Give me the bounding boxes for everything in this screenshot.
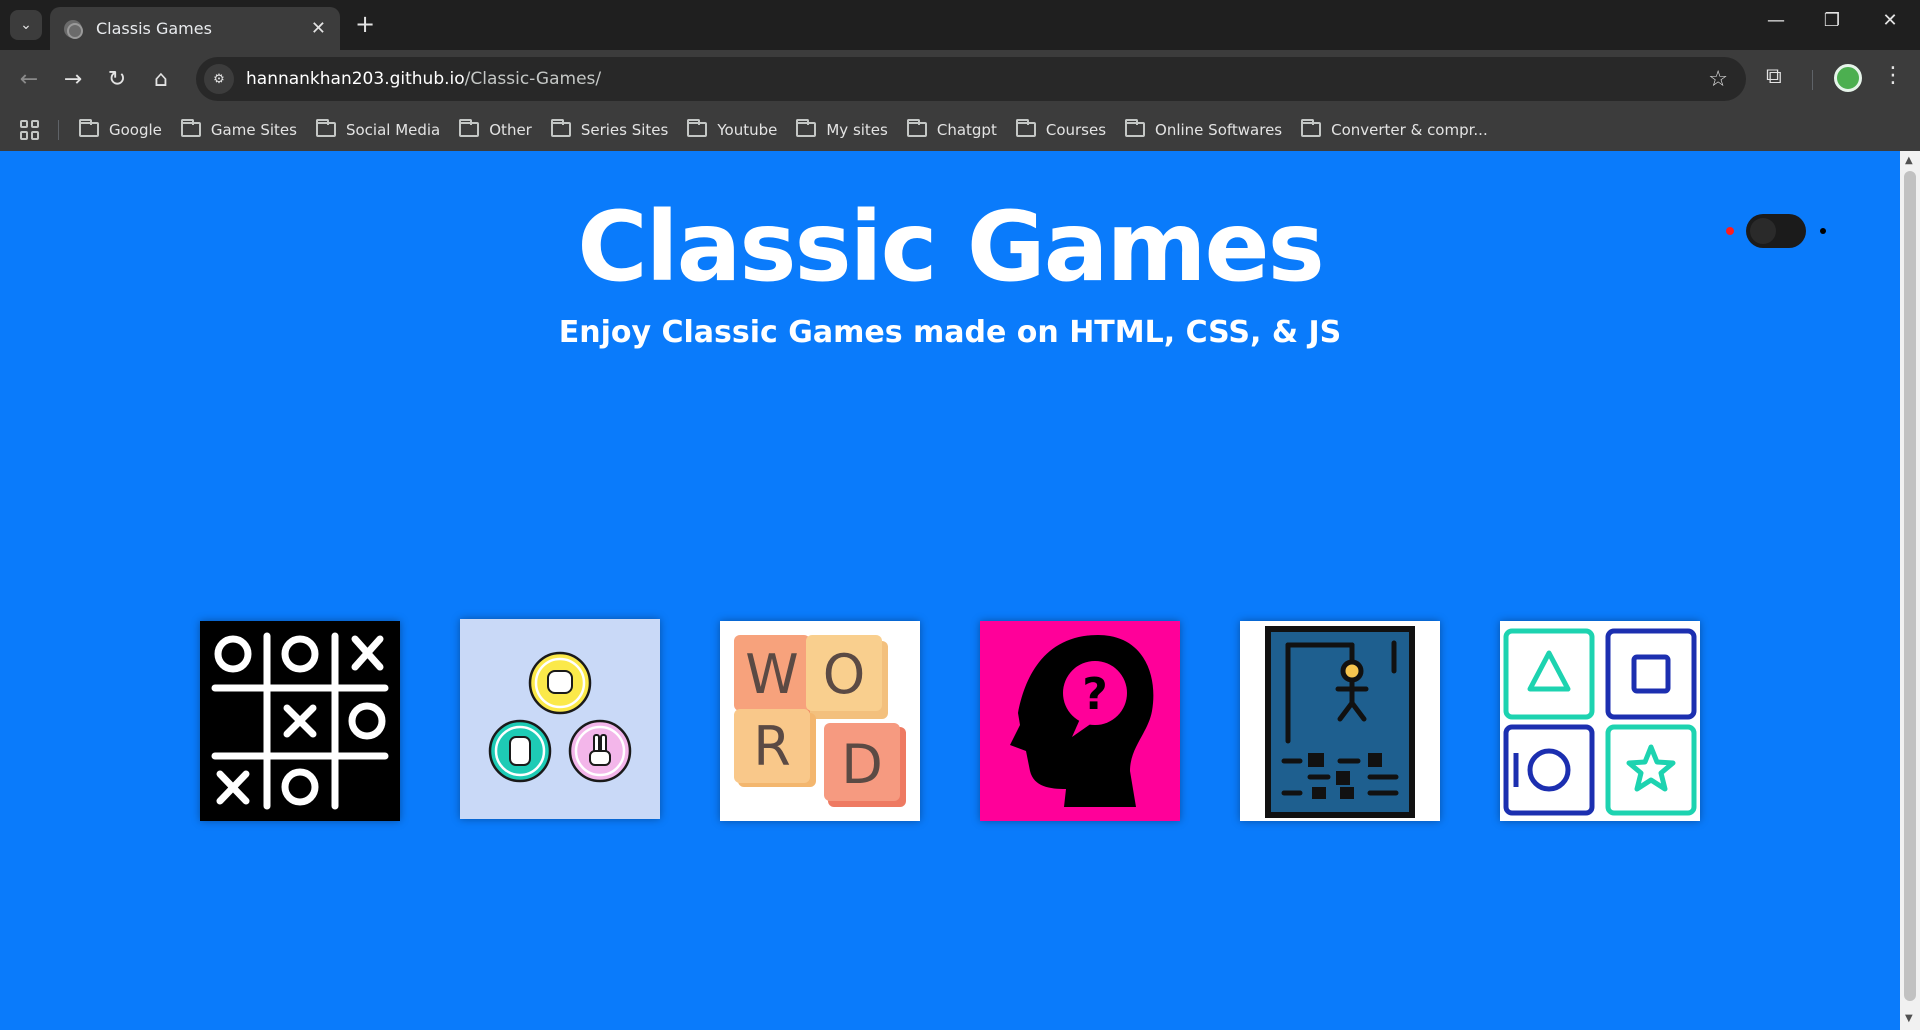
game-card-tic-tac-toe[interactable] [200, 621, 400, 821]
bookmarks-bar: Google Game Sites Social Media Other Ser… [0, 108, 1920, 151]
folder-icon [1125, 119, 1146, 137]
page-subtitle: Enjoy Classic Games made on HTML, CSS, &… [558, 315, 1342, 350]
folder-icon [79, 119, 99, 137]
bookmark-folder[interactable]: My sites [796, 119, 888, 139]
menu-icon[interactable]: ⋮ [1882, 63, 1904, 88]
extensions-icon[interactable]: ⧉ [1766, 64, 1782, 89]
folder-icon [180, 119, 201, 137]
tab-search-icon[interactable]: ⌄ [10, 10, 42, 40]
svg-text:?: ? [1082, 669, 1108, 720]
toolbar: ← → ↻ ⌂ ⚙ hannankhan203.github.io/Classi… [0, 50, 1920, 108]
page-title: Classic Games [577, 191, 1325, 303]
close-window-icon[interactable]: ✕ [1870, 10, 1910, 31]
theme-toggle[interactable] [1746, 214, 1806, 248]
hangman-icon [1240, 621, 1440, 821]
url-text[interactable]: hannankhan203.github.io/Classic-Games/ [246, 69, 1708, 89]
bookmark-label: Game Sites [210, 120, 297, 139]
indicator-dot [1820, 228, 1826, 234]
home-icon[interactable]: ⌂ [146, 64, 176, 94]
bookmark-label: Series Sites [580, 120, 669, 139]
bookmark-folder[interactable]: Chatgpt [906, 119, 997, 139]
profile-avatar[interactable] [1834, 64, 1862, 92]
browser-chrome: ⌄ Classis Games ✕ + — ❐ ✕ ← → ↻ ⌂ ⚙ hann… [0, 0, 1920, 151]
bookmark-star-icon[interactable]: ☆ [1708, 67, 1728, 92]
scroll-down-icon[interactable]: ▼ [1905, 1013, 1913, 1024]
page-content: Classic Games Enjoy Classic Games made o… [0, 151, 1900, 1030]
bookmark-label: Google [109, 120, 162, 139]
folder-icon [687, 119, 708, 137]
site-info-icon[interactable]: ⚙ [204, 64, 234, 94]
bookmark-label: Other [489, 120, 532, 139]
bookmarks-divider [58, 119, 59, 140]
folder-icon [459, 119, 480, 137]
folder-icon [1301, 119, 1322, 137]
tab-strip: ⌄ Classis Games ✕ + — ❐ ✕ [0, 0, 1920, 50]
word-letter: W [745, 643, 798, 706]
quiz-head-icon: ? [980, 621, 1180, 821]
game-card-hangman[interactable] [1240, 621, 1440, 821]
rock-paper-scissors-icon [460, 619, 660, 819]
game-card-memory[interactable] [1500, 621, 1700, 821]
active-tab[interactable]: Classis Games ✕ [50, 7, 340, 50]
bookmark-label: Chatgpt [936, 120, 997, 139]
address-bar[interactable]: ⚙ hannankhan203.github.io/Classic-Games/… [196, 57, 1746, 101]
word-letter: D [841, 733, 883, 796]
game-card-word[interactable]: W O R D [720, 621, 920, 821]
forward-icon[interactable]: → [58, 64, 88, 94]
reload-icon[interactable]: ↻ [102, 64, 132, 94]
bookmark-label: Converter & compr... [1331, 120, 1488, 139]
tab-title: Classis Games [96, 19, 212, 38]
folder-icon [906, 119, 927, 137]
folder-icon [550, 119, 571, 137]
apps-icon[interactable] [20, 119, 40, 140]
folder-icon [796, 119, 817, 137]
url-host: hannankhan203.github.io [246, 69, 465, 89]
minimize-icon[interactable]: — [1756, 10, 1796, 31]
bookmark-label: Courses [1045, 120, 1107, 139]
restore-icon[interactable]: ❐ [1812, 10, 1852, 31]
url-path: /Classic-Games/ [464, 69, 602, 89]
globe-icon [64, 19, 83, 39]
bookmark-label: My sites [826, 120, 888, 139]
bookmark-folder[interactable]: Courses [1015, 119, 1107, 139]
bookmark-folder[interactable]: Google [79, 119, 162, 139]
folder-icon [1015, 119, 1036, 137]
game-card-rock-paper-scissors[interactable] [460, 619, 660, 819]
word-letter: R [753, 715, 791, 778]
bookmark-label: Youtube [717, 120, 778, 139]
bookmark-label: Social Media [345, 120, 441, 139]
bookmark-folder[interactable]: Series Sites [550, 119, 669, 139]
toggle-knob [1750, 218, 1776, 244]
page-scrollbar[interactable]: ▲ ▼ [1900, 151, 1920, 1030]
tic-tac-toe-icon [200, 621, 400, 821]
folder-icon [315, 119, 336, 137]
game-card-quiz[interactable]: ? [980, 621, 1180, 821]
bookmark-folder[interactable]: Social Media [315, 119, 441, 139]
bookmark-folder[interactable]: Converter & compr... [1301, 119, 1488, 139]
bookmark-label: Online Softwares [1155, 120, 1283, 139]
word-game-icon: W O R D [720, 621, 920, 821]
bookmark-folder[interactable]: Youtube [687, 119, 778, 139]
back-icon[interactable]: ← [14, 64, 44, 94]
bookmark-folder[interactable]: Game Sites [180, 119, 297, 139]
scrollbar-thumb[interactable] [1904, 171, 1916, 1001]
toolbar-divider [1812, 70, 1813, 90]
tab-close-icon[interactable]: ✕ [311, 18, 326, 39]
memory-shapes-icon [1500, 621, 1700, 821]
bookmark-folder[interactable]: Other [459, 119, 532, 139]
bookmark-folder[interactable]: Online Softwares [1125, 119, 1283, 139]
word-letter: O [823, 643, 866, 706]
indicator-dot [1726, 227, 1734, 235]
theme-toggle-group [1726, 214, 1826, 248]
scroll-up-icon[interactable]: ▲ [1905, 155, 1913, 166]
new-tab-icon[interactable]: + [355, 12, 375, 36]
